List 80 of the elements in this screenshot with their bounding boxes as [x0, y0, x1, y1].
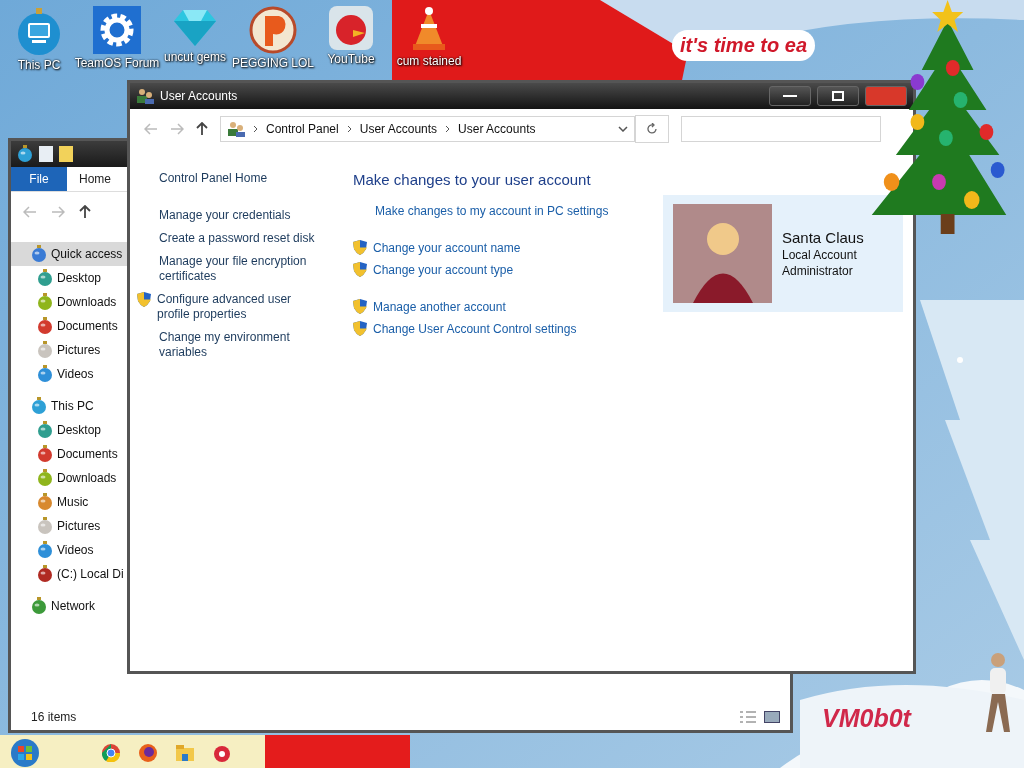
breadcrumb-item[interactable]: Control Panel: [266, 122, 339, 136]
search-field[interactable]: [681, 116, 881, 142]
app-icon: [17, 145, 33, 163]
ball-icon: [37, 517, 53, 535]
task-link[interactable]: Change your account name: [373, 240, 521, 255]
users-icon: [227, 121, 245, 137]
nav-item[interactable]: Videos: [11, 362, 127, 386]
minimize-button[interactable]: [769, 86, 811, 106]
nav-item[interactable]: Downloads: [11, 290, 127, 314]
nav-item[interactable]: Quick access: [11, 242, 127, 266]
ball-icon: [37, 293, 53, 311]
sidebar-link[interactable]: Change my environment variables: [159, 330, 319, 360]
ball-icon: [37, 269, 53, 287]
address-bar[interactable]: Control Panel User Accounts User Accounts: [220, 116, 635, 142]
refresh-button[interactable]: [635, 115, 669, 143]
refresh-icon: [646, 123, 658, 135]
chevron-icon: [346, 125, 352, 133]
nav-item[interactable]: Downloads: [11, 466, 127, 490]
nav-item[interactable]: (C:) Local Di: [11, 562, 127, 586]
gear-icon[interactable]: [93, 6, 141, 54]
ball-icon: [37, 421, 53, 439]
up-arrow-icon[interactable]: [79, 205, 91, 219]
account-name: Santa Claus: [782, 229, 864, 246]
ball-icon: [37, 445, 53, 463]
ball-icon: [37, 469, 53, 487]
nav-item[interactable]: Music: [11, 490, 127, 514]
ball-icon: [37, 365, 53, 383]
nav-item[interactable]: Pictures: [11, 338, 127, 362]
window-title: User Accounts: [160, 89, 238, 103]
signature-text: VM0b0t: [822, 704, 911, 733]
page-heading: Make changes to your user account: [353, 171, 592, 188]
browser-icon: [101, 743, 120, 762]
desktop-icon-label[interactable]: cum stained: [396, 54, 462, 68]
account-type: Local Account: [782, 248, 858, 262]
task-link[interactable]: Change your account type: [373, 262, 514, 277]
details-view-icon[interactable]: [740, 711, 756, 723]
users-icon: [136, 88, 154, 104]
task-link[interactable]: Make changes to my account in PC settings: [375, 204, 609, 218]
chevron-icon: [445, 125, 451, 133]
computer-icon[interactable]: [17, 6, 61, 56]
sidebar-link[interactable]: Create a password reset disk: [159, 231, 315, 246]
maximize-button[interactable]: [817, 86, 859, 106]
ball-icon: [31, 597, 47, 615]
nav-item[interactable]: This PC: [11, 394, 127, 418]
ribbon-tab[interactable]: File: [11, 167, 67, 191]
ornament-icon: [212, 743, 231, 762]
chevron-icon: [253, 125, 258, 133]
ball-icon: [37, 493, 53, 511]
dropdown-caret-icon[interactable]: [618, 126, 628, 132]
ball-icon: [37, 541, 53, 559]
ball-icon: [37, 565, 53, 583]
account-role: Administrator: [782, 264, 854, 278]
nav-item[interactable]: Pictures: [11, 514, 127, 538]
round-badge-icon[interactable]: [249, 6, 297, 54]
nav-item[interactable]: Desktop: [11, 266, 127, 290]
up-arrow-icon[interactable]: [196, 122, 208, 136]
nav-item[interactable]: Documents: [11, 314, 127, 338]
sidebar-link[interactable]: Configure advanced user profile properties: [157, 292, 317, 322]
ball-icon: [37, 317, 53, 335]
sidebar-link[interactable]: Manage your credentials: [159, 208, 291, 223]
avatar-icon: [673, 204, 772, 303]
tiles-view-icon[interactable]: [764, 711, 780, 723]
sidebar-link[interactable]: Control Panel Home: [159, 171, 353, 186]
windows-logo-icon: [10, 737, 40, 768]
nav-item[interactable]: Network: [11, 594, 127, 618]
ball-icon: [37, 341, 53, 359]
nav-item[interactable]: Desktop: [11, 418, 127, 442]
item-count: 16 items: [31, 710, 77, 724]
nav-item[interactable]: Documents: [11, 442, 127, 466]
maximize-icon: [832, 91, 844, 101]
ball-icon: [31, 245, 47, 263]
breadcrumb-item[interactable]: User Accounts: [359, 122, 438, 136]
task-link[interactable]: Change User Account Control settings: [373, 321, 577, 336]
task-link[interactable]: Manage another account: [373, 299, 506, 314]
nav-item[interactable]: Videos: [11, 538, 127, 562]
banner-text: it's time to ea: [672, 30, 815, 61]
minimize-icon: [783, 95, 797, 97]
ball-icon: [31, 397, 47, 415]
sidebar-link[interactable]: Manage your file encryption certificates: [159, 254, 319, 284]
breadcrumb-item[interactable]: User Accounts: [458, 122, 536, 136]
